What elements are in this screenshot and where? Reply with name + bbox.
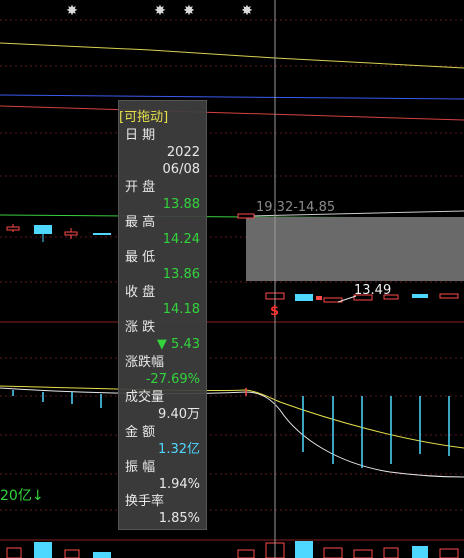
flag-marker-icon[interactable]: $ [270, 304, 279, 319]
volume-value: 9.40万 [158, 407, 200, 422]
date-label: 日 期 [125, 128, 156, 143]
date-month-day: 06/08 [162, 162, 200, 177]
amplitude-label: 振 幅 [125, 460, 156, 475]
star-marker[interactable]: ✸ [239, 3, 255, 19]
low-label: 最 低 [125, 250, 156, 265]
star-marker[interactable]: ✸ [181, 3, 197, 19]
indicator-value-label: 20亿↓ [0, 488, 44, 504]
close-label: 收 盘 [125, 285, 156, 300]
price-gap-box [246, 217, 464, 281]
drag-hint[interactable]: [可拖动] [119, 110, 168, 125]
volume-label: 成交量 [125, 390, 165, 405]
star-marker[interactable]: ✸ [64, 3, 80, 19]
kline-chart-canvas[interactable] [0, 0, 464, 558]
amount-value: 1.32亿 [158, 442, 200, 457]
high-value: 14.24 [162, 232, 200, 247]
low-price-label: 13.49 [354, 283, 392, 298]
ma-line-red [0, 105, 464, 121]
change-label: 涨 跌 [125, 320, 156, 335]
change-value: ▼ 5.43 [156, 337, 200, 352]
indicator-line-white-curve [0, 387, 464, 478]
date-year: 2022 [166, 145, 200, 160]
turnover-value: 1.85% [158, 511, 200, 526]
turnover-label: 换手率 [125, 494, 165, 509]
ohlc-info-panel[interactable]: [可拖动] 日 期 2022 06/08 开 盘 13.88 最 高 14.24… [118, 100, 207, 530]
ma-line-blue [0, 94, 464, 100]
low-value: 13.86 [162, 267, 200, 282]
indicator-line-yellow [0, 385, 464, 449]
open-label: 开 盘 [125, 180, 156, 195]
change-pct-value: -27.69% [145, 372, 200, 387]
open-value: 13.88 [162, 197, 200, 212]
change-pct-label: 涨跌幅 [125, 355, 165, 370]
close-value: 14.18 [162, 302, 200, 317]
indicator-bars [12, 390, 450, 468]
range-label: 19.32-14.85 [256, 200, 336, 215]
amplitude-value: 1.94% [158, 477, 200, 492]
high-label: 最 高 [125, 215, 156, 230]
star-marker[interactable]: ✸ [152, 3, 168, 19]
amount-label: 金 额 [125, 425, 156, 440]
volume-bars [6, 541, 459, 558]
ma-line-yellow [0, 42, 464, 69]
